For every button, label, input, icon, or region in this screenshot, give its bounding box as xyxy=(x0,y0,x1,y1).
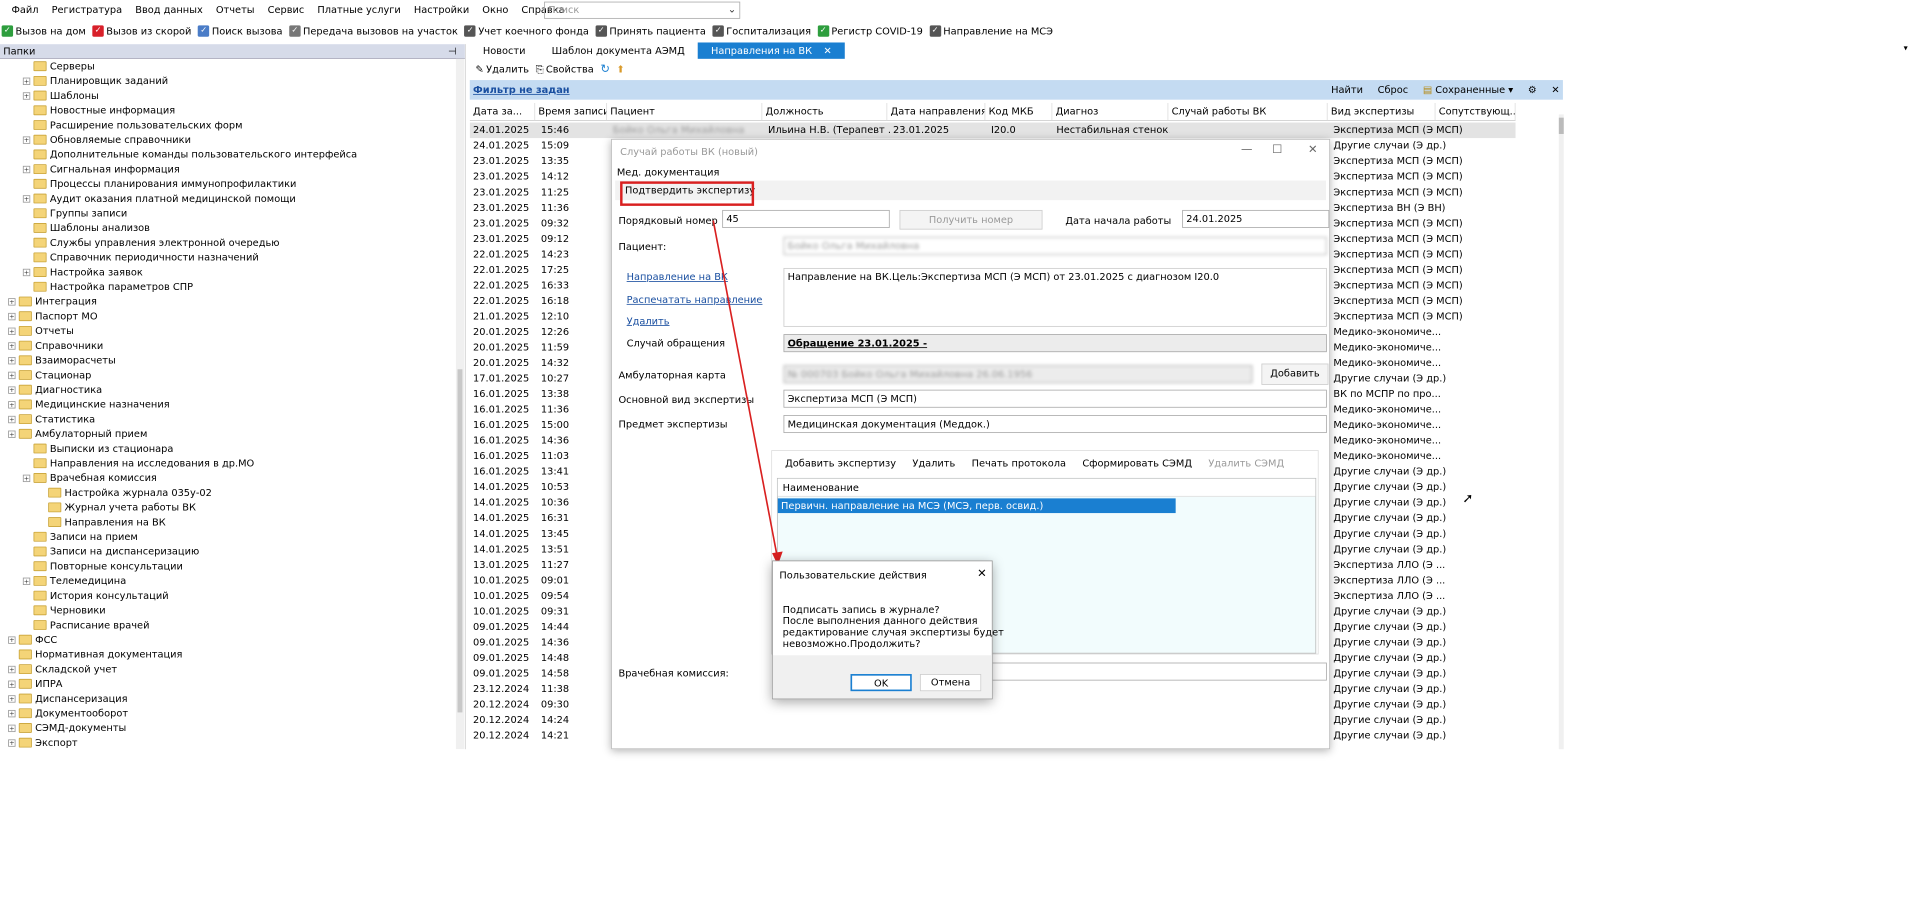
ok-button[interactable]: OK xyxy=(850,674,912,692)
annotation-arrow xyxy=(712,220,783,566)
popup-text: После выполнения данного действия xyxy=(782,615,978,627)
mouse-cursor-icon: ➚ xyxy=(1462,490,1474,506)
cancel-button[interactable]: Отмена xyxy=(919,674,982,692)
popup-text: невозможно.Продолжить? xyxy=(782,638,921,650)
close-icon[interactable]: ✕ xyxy=(977,567,987,580)
popup-text: редактирование случая экспертизы будет xyxy=(782,626,1004,639)
popup-title: Пользовательские действия xyxy=(779,569,927,581)
popup-text: Подписать запись в журнале? xyxy=(782,603,940,616)
confirm-popup: Пользовательские действия ✕ Подписать за… xyxy=(772,560,1004,700)
